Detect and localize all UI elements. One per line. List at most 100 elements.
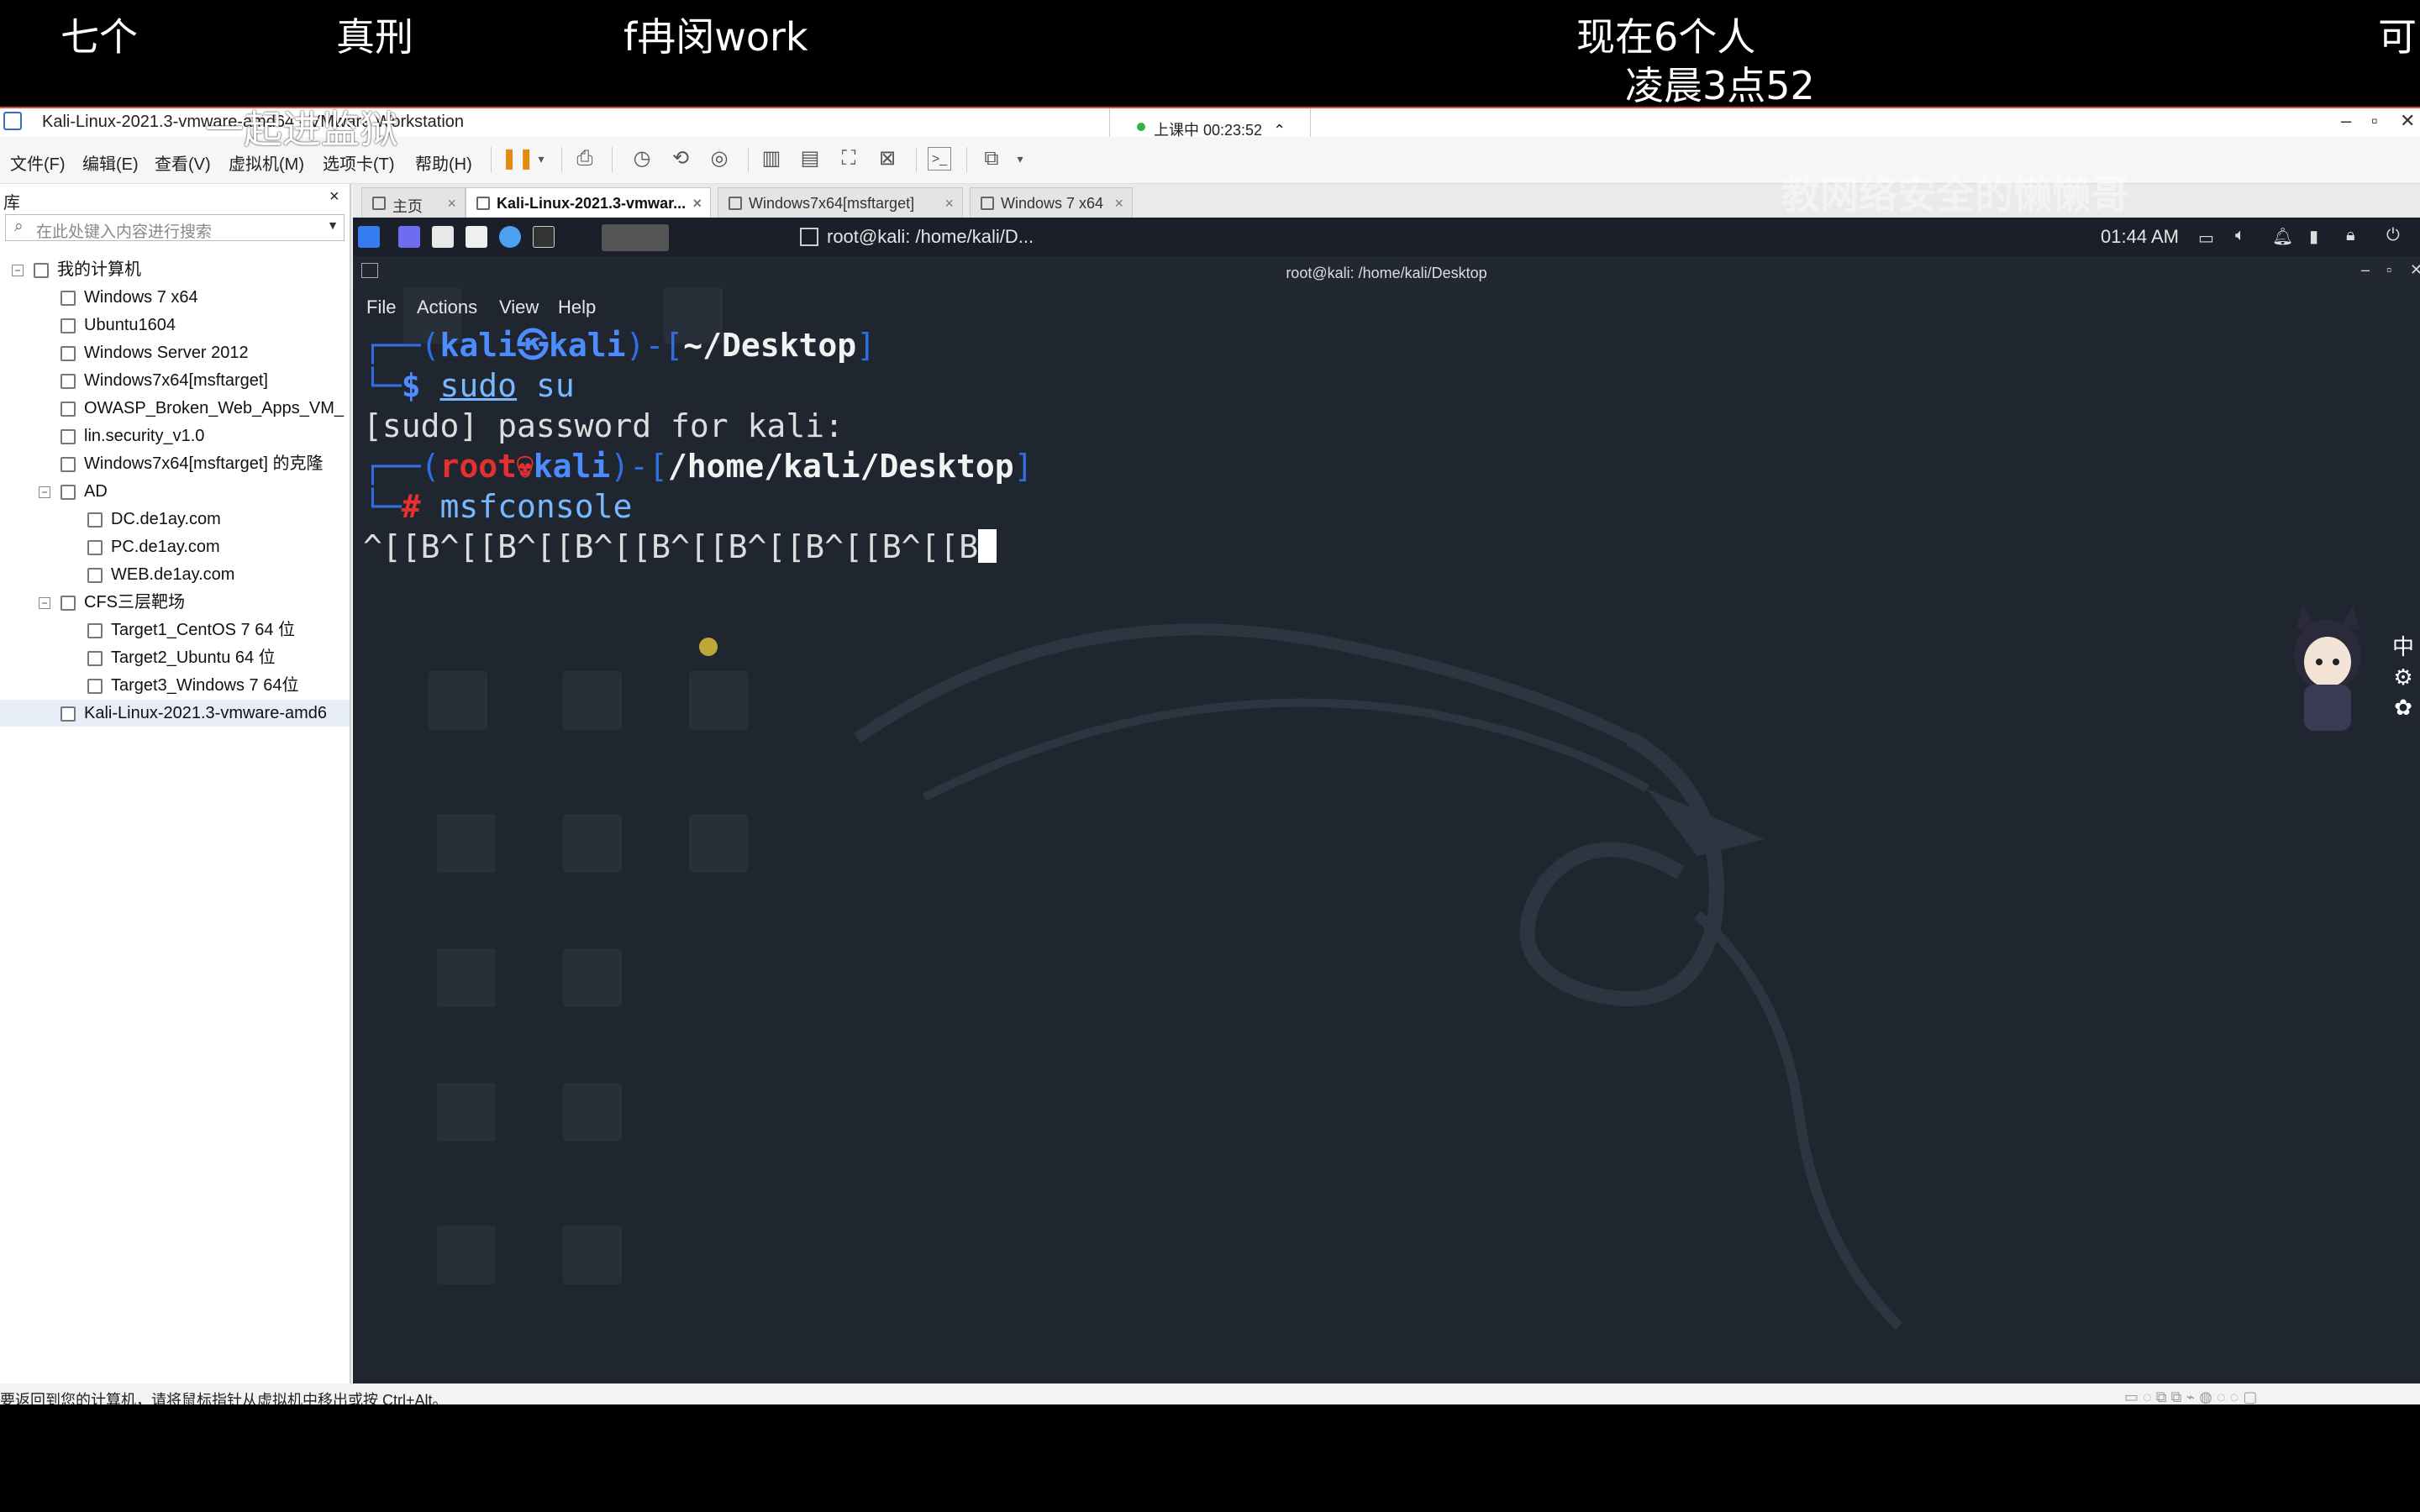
vm-tree-item[interactable]: lin.security_v1.0 (0, 423, 350, 449)
vm-tree-item[interactable]: Target1_CentOS 7 64 位 (0, 617, 350, 643)
recording-timer: 上课中 00:23:52 (1154, 122, 1263, 139)
display-icon[interactable]: ▭ (2198, 228, 2214, 249)
panel-clock[interactable]: 01:44 AM (2101, 226, 2179, 248)
notification-bell-icon[interactable]: 🔔︎ (2272, 226, 2293, 247)
danmaku-comment: f冉闵work (623, 14, 808, 60)
terminal-titlebar[interactable]: root@kali: /home/kali/Desktop – ▫ ✕ (353, 256, 2420, 288)
vm-tree-item[interactable]: DC.de1ay.com (0, 506, 350, 533)
library-view-icon[interactable]: ▥ (760, 147, 783, 171)
minimize-icon[interactable]: – (2361, 261, 2370, 279)
vm-display[interactable]: root@kali: /home/kali/D... 01:44 AM ▭ 🔈︎… (353, 218, 2420, 1383)
expand-collapse-icon[interactable]: − (39, 596, 50, 609)
battery-icon[interactable]: ▮ (2309, 226, 2318, 247)
close-icon[interactable]: × (944, 195, 954, 213)
menu-view[interactable]: 查看(V) (155, 150, 211, 175)
unity-icon[interactable]: ⊠ (876, 147, 899, 171)
chevron-down-icon[interactable]: ▼ (327, 218, 339, 232)
desktop-file-icon (437, 1226, 496, 1284)
expand-collapse-icon[interactable]: − (39, 486, 50, 498)
close-icon[interactable]: × (692, 195, 702, 213)
vm-icon (60, 484, 76, 500)
revert-snapshot-icon[interactable]: ⟲ (669, 147, 692, 171)
maximize-icon[interactable]: ▫ (2386, 261, 2391, 279)
vm-tree-item[interactable]: − AD (0, 478, 350, 505)
close-icon[interactable]: × (1114, 195, 1123, 213)
vm-tree-item[interactable]: − CFS三层靶场 (0, 589, 350, 616)
close-icon[interactable]: ✕ (2410, 261, 2420, 279)
vm-tree-item[interactable]: PC.de1ay.com (0, 533, 350, 560)
vm-tree-item[interactable]: Ubuntu1604 (0, 312, 350, 339)
desktop-file-icon (563, 1226, 622, 1284)
close-icon[interactable]: ✕ (2400, 110, 2415, 132)
power-icon[interactable]: ⏻ (2386, 226, 2400, 245)
text-editor-icon[interactable] (466, 226, 487, 248)
text-cursor (978, 529, 997, 563)
device-status-icons[interactable]: ▭ ◌ ⧉ ⧉ ⌁ ◍ ◌ ◌ ▢ (2124, 1389, 2257, 1406)
stretch-icon[interactable]: ⧉ (980, 147, 1003, 171)
vm-tree-item[interactable]: Windows7x64[msftarget] (0, 367, 350, 394)
vm-tree-item[interactable]: Windows 7 x64 (0, 284, 350, 311)
toolbar-divider (491, 147, 492, 172)
chevron-down-icon[interactable]: ▾ (1008, 147, 1032, 171)
terminal-menu-actions[interactable]: Actions (417, 297, 477, 318)
tab-label: Windows7x64[msftarget] (749, 195, 915, 212)
taskbar-terminal-window[interactable]: root@kali: /home/kali/D... (790, 221, 1045, 251)
vm-tree-label: Windows7x64[msftarget] 的克隆 (84, 454, 324, 473)
terminal-menu-file[interactable]: File (366, 297, 396, 318)
vm-icon (87, 539, 103, 555)
menu-edit[interactable]: 编辑(E) (82, 150, 139, 175)
vm-tree-item[interactable]: Target3_Windows 7 64位 (0, 672, 350, 699)
streamer-watermark: 教网络安全的懒懒哥 (1781, 173, 2129, 217)
menu-file[interactable]: 文件(F) (10, 150, 66, 175)
snapshot-icon[interactable]: ◷ (630, 147, 654, 171)
prompt-host: kali (549, 327, 626, 364)
danmaku-comment: 现在6个人 (1576, 14, 1756, 60)
show-desktop-icon[interactable] (398, 226, 420, 248)
close-icon[interactable]: × (329, 187, 339, 207)
tab-win7-msftarget[interactable]: Windows7x64[msftarget] × (718, 187, 963, 218)
send-keys-icon[interactable]: ⎙ (573, 147, 597, 171)
thumbnail-view-icon[interactable]: ▤ (798, 147, 822, 171)
terminal-launcher-icon[interactable] (533, 226, 555, 248)
console-icon[interactable]: >_ (928, 147, 951, 171)
vm-icon (60, 428, 76, 444)
terminal-output[interactable]: ┌──(kali㉿kali)-[~/Desktop] └─$ sudo su [… (363, 325, 1034, 567)
typed-escape-sequences: ^[[B^[[B^[[B^[[B^[[B^[[B^[[B^[[B (363, 528, 979, 565)
vm-tree-item[interactable]: Target2_Ubuntu 64 位 (0, 644, 350, 671)
tab-kali-vm[interactable]: Kali-Linux-2021.3-vmwar... × (466, 187, 711, 218)
danmaku-comment: 可 (2378, 14, 2417, 60)
volume-icon[interactable]: 🔈︎ (2235, 226, 2245, 245)
vm-tree-item[interactable]: Kali-Linux-2021.3-vmware-amd6 (0, 700, 350, 727)
tab-home[interactable]: 主页 × (361, 187, 466, 218)
menu-help[interactable]: 帮助(H) (415, 150, 472, 175)
chevron-down-icon[interactable]: ▾ (529, 147, 553, 171)
file-manager-icon[interactable] (432, 226, 454, 248)
vm-tree-item[interactable]: Windows Server 2012 (0, 339, 350, 366)
prompt-symbol: $ (401, 367, 421, 404)
minimize-icon[interactable]: – (2341, 110, 2351, 132)
overlay-side-buttons[interactable]: 中 ⚙ ✿ (2390, 632, 2417, 724)
close-icon[interactable]: × (447, 195, 456, 213)
expand-collapse-icon[interactable]: − (12, 264, 24, 276)
lock-icon[interactable]: 🔒︎ (2346, 226, 2355, 245)
browser-icon[interactable] (499, 226, 521, 248)
desktop-file-icon (429, 671, 487, 730)
vm-tree-item[interactable]: − 我的计算机 (0, 256, 350, 283)
vm-icon (87, 622, 103, 638)
vm-icon (60, 706, 76, 722)
chevron-up-icon[interactable]: ⌃ (1273, 122, 1286, 139)
vm-tree-item[interactable]: OWASP_Broken_Web_Apps_VM_ (0, 395, 350, 422)
snapshot-manager-icon[interactable]: ◎ (708, 147, 731, 171)
kali-menu-icon[interactable] (358, 226, 380, 248)
vm-tree-item[interactable]: Windows7x64[msftarget] 的克隆 (0, 450, 350, 477)
fullscreen-icon[interactable]: ⛶ (837, 147, 860, 171)
workspace-switcher[interactable] (602, 224, 669, 251)
pause-icon[interactable]: ❚❚ (501, 147, 534, 171)
vm-tree-item[interactable]: WEB.de1ay.com (0, 561, 350, 588)
vm-tree-label: Windows 7 x64 (84, 288, 198, 307)
terminal-menu-view[interactable]: View (499, 297, 539, 318)
terminal-menu-help[interactable]: Help (558, 297, 596, 318)
tab-win7-x64[interactable]: Windows 7 x64 × (970, 187, 1133, 218)
library-search-input[interactable]: ⌕ 在此处键入内容进行搜索 ▼ (5, 214, 345, 241)
maximize-icon[interactable]: ▫ (2371, 110, 2378, 132)
